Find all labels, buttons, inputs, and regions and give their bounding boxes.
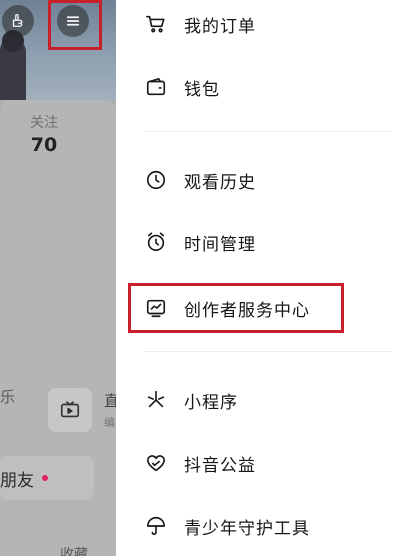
creator-item-highlight-box [128,283,344,333]
friends-tab[interactable]: 朋友 [0,456,94,500]
live-shortcut-sublabel-partial: 编 [104,416,115,429]
menu-item-label: 青少年守护工具 [184,518,310,539]
profile-page-dimmed: 关注 70 乐 直 编 朋友 收藏 [0,0,116,556]
menu-item-label: 小程序 [184,392,238,413]
shortcut-label-partial: 乐 [0,388,16,406]
following-count[interactable]: 70 [18,134,70,156]
charity-heart-icon [144,451,168,475]
menu-item-label: 我的订单 [184,16,256,37]
clock-icon [144,168,168,192]
menu-item-watch-history[interactable]: 观看历史 [116,152,400,208]
menu-item-label: 观看历史 [184,172,256,193]
menu-button-highlight-box [48,0,102,50]
live-shortcut-label-partial: 直 [104,392,116,410]
menu-item-wallet[interactable]: 钱包 [116,59,400,115]
notification-dot [42,475,48,481]
menu-item-time-management[interactable]: 时间管理 [116,214,400,270]
menu-item-label: 时间管理 [184,234,256,255]
side-drawer-menu: 我的订单 钱包 观看历史 时间管理 创作者服务中心 小程序 抖音公益 青少年守护… [116,0,400,556]
menu-item-label: 抖音公益 [184,455,256,476]
menu-item-douyin-charity[interactable]: 抖音公益 [116,435,400,491]
following-label: 关注 [30,115,58,131]
tv-icon [59,399,81,421]
friends-label: 朋友 [0,470,34,491]
menu-divider [144,351,392,352]
wallet-icon [144,75,168,99]
favorites-tab-partial[interactable]: 收藏 [60,544,88,556]
live-shortcut-tile[interactable] [48,388,92,432]
mini-program-icon [144,388,168,412]
menu-item-label: 钱包 [184,79,220,100]
umbrella-icon [144,514,168,538]
menu-divider [144,131,392,132]
hand-pointer-icon [9,12,27,30]
menu-item-my-orders[interactable]: 我的订单 [116,0,400,52]
menu-item-youth-protection[interactable]: 青少年守护工具 [116,498,400,554]
hand-pointer-button[interactable] [2,5,34,37]
cart-icon [144,12,168,36]
alarm-icon [144,230,168,254]
profile-card: 关注 70 乐 直 编 朋友 收藏 [0,100,116,556]
menu-item-mini-program[interactable]: 小程序 [116,372,400,428]
